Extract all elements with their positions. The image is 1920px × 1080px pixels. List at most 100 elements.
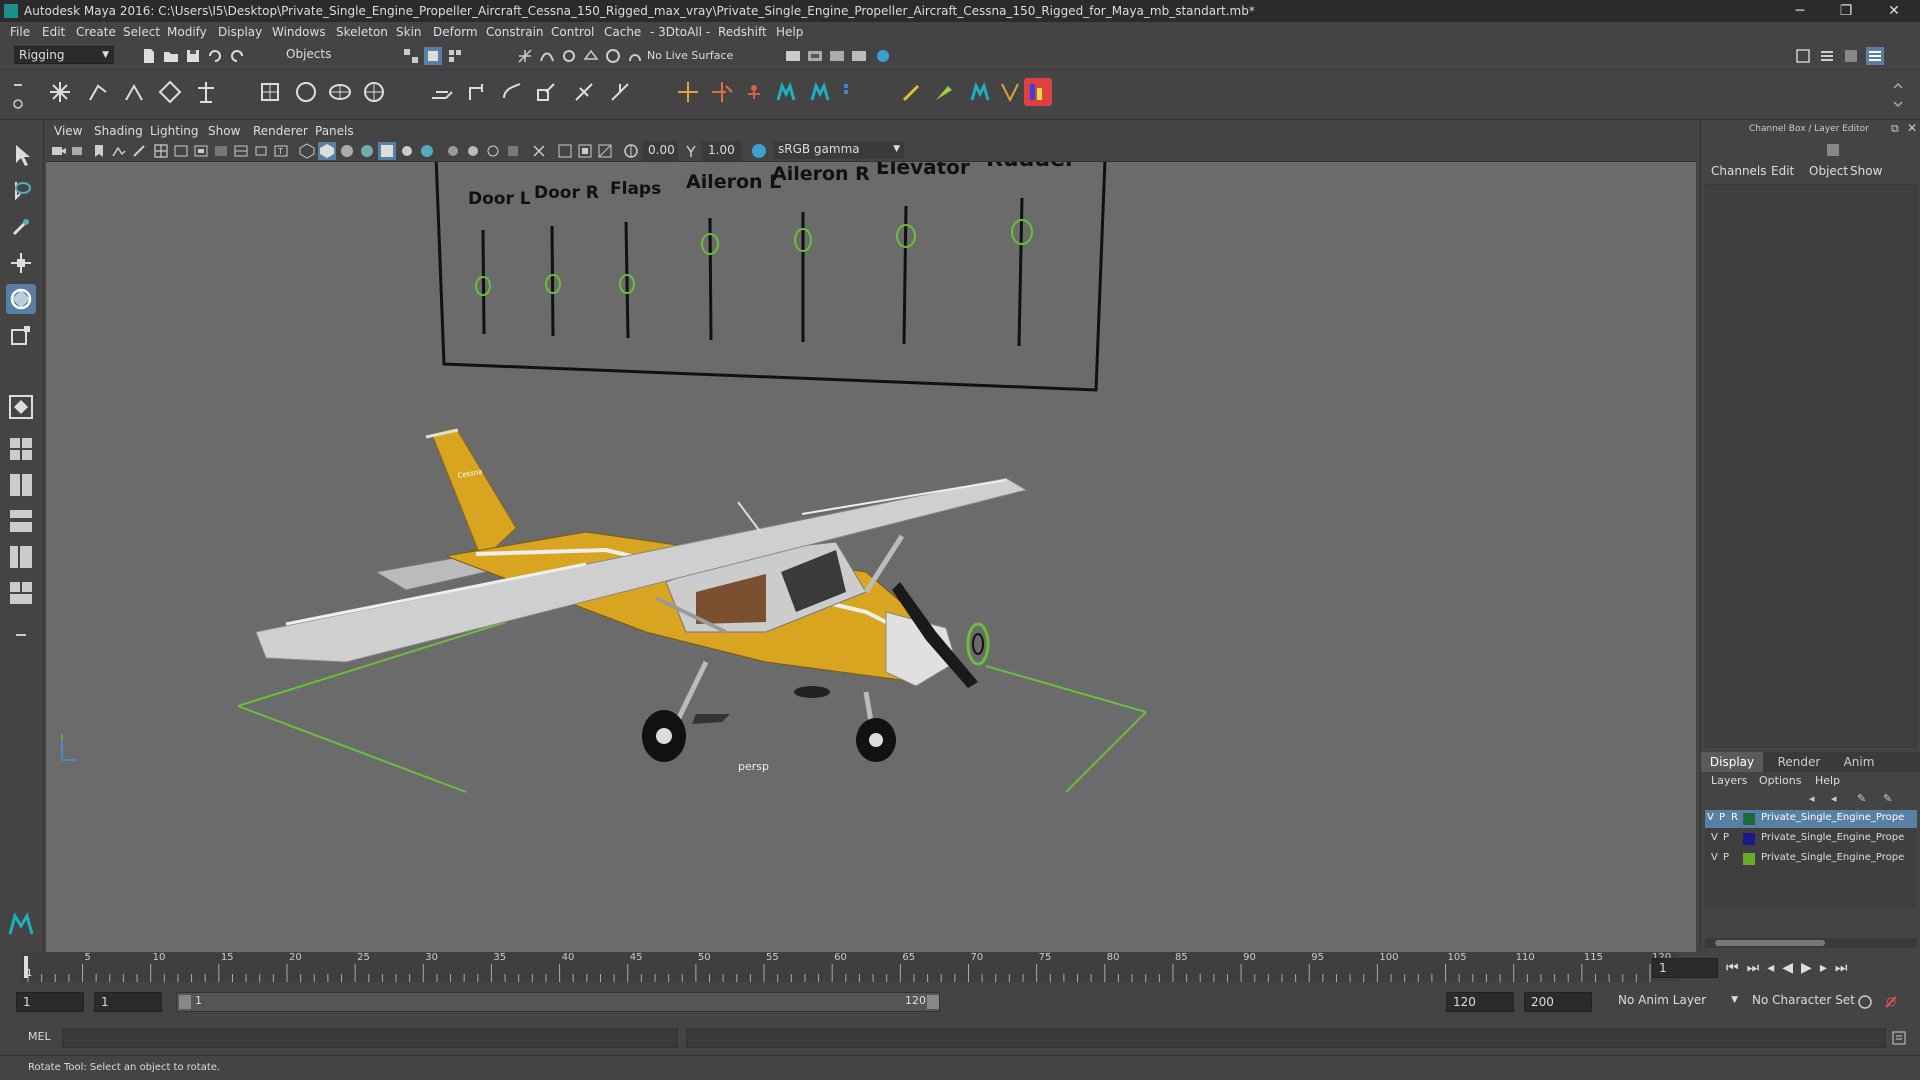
layout-four-icon[interactable] bbox=[6, 434, 36, 464]
minimize-button[interactable]: ─ bbox=[1780, 0, 1820, 22]
range-start-handle[interactable] bbox=[179, 995, 191, 1009]
layer-reference[interactable]: R bbox=[1731, 812, 1738, 823]
layer-color-swatch[interactable] bbox=[1743, 833, 1755, 845]
scale-constraint-icon[interactable] bbox=[532, 78, 560, 106]
close-panel-icon[interactable]: ✕ bbox=[1907, 121, 1917, 135]
layer-name[interactable]: Private_Single_Engine_Prope bbox=[1761, 852, 1904, 863]
auto-key-icon[interactable] bbox=[1856, 993, 1874, 1011]
new-scene-icon[interactable] bbox=[140, 47, 158, 65]
current-frame-field[interactable]: 1 bbox=[1652, 958, 1718, 978]
perspective-viewport[interactable]: Door L Door R Flaps Aileron L Aileron R … bbox=[46, 162, 1696, 952]
render-frame-icon[interactable] bbox=[806, 47, 824, 65]
pole-vector-icon[interactable] bbox=[606, 78, 634, 106]
menu-control[interactable]: Control bbox=[551, 25, 594, 39]
playback-start-field[interactable]: 1 bbox=[94, 992, 162, 1012]
redo-icon[interactable] bbox=[228, 47, 246, 65]
range-end-handle[interactable] bbox=[927, 995, 939, 1009]
field-chart-icon[interactable] bbox=[232, 142, 250, 160]
layer-playback[interactable]: P bbox=[1719, 812, 1725, 823]
viewport-menu-renderer[interactable]: Renderer bbox=[253, 124, 308, 138]
layer-color-swatch[interactable] bbox=[1743, 853, 1755, 865]
layout-single-icon[interactable] bbox=[6, 392, 36, 422]
brush-icon[interactable] bbox=[898, 78, 926, 106]
ik-handle-icon[interactable] bbox=[84, 78, 112, 106]
layout-graph-icon[interactable] bbox=[6, 542, 36, 572]
menu-constrain[interactable]: Constrain bbox=[486, 25, 544, 39]
menu-file[interactable]: File bbox=[10, 25, 30, 39]
paint-tool-icon[interactable] bbox=[930, 78, 958, 106]
shelf-scroll-icon[interactable] bbox=[1890, 78, 1906, 112]
bind-skin-icon[interactable] bbox=[256, 78, 284, 106]
save-scene-icon[interactable] bbox=[184, 47, 202, 65]
menu-select[interactable]: Select bbox=[123, 25, 160, 39]
viewport-menu-show[interactable]: Show bbox=[208, 124, 240, 138]
lasso-tool-icon[interactable] bbox=[6, 176, 36, 206]
layer-tab-render[interactable]: Render bbox=[1771, 752, 1827, 772]
layer-menu-help[interactable]: Help bbox=[1815, 774, 1840, 787]
layer-name[interactable]: Private_Single_Engine_Prope bbox=[1761, 812, 1904, 823]
viewport-menu-shading[interactable]: Shading bbox=[94, 124, 143, 138]
paint-select-icon[interactable] bbox=[6, 212, 36, 242]
menu-skin[interactable]: Skin bbox=[396, 25, 422, 39]
locator-icon[interactable] bbox=[674, 78, 702, 106]
v-tool-icon[interactable] bbox=[996, 78, 1024, 106]
new-empty-layer-icon[interactable]: ✎ bbox=[1857, 792, 1866, 805]
color-space-dropdown[interactable]: sRGB gamma ▼ bbox=[774, 141, 904, 159]
tool-settings-icon[interactable] bbox=[1842, 47, 1860, 65]
gate-mask-icon[interactable] bbox=[212, 142, 230, 160]
joint-tool-icon[interactable] bbox=[46, 78, 74, 106]
mel-input[interactable] bbox=[62, 1028, 678, 1048]
gamma-field[interactable]: 1.00 bbox=[702, 141, 742, 161]
isolate-select-icon[interactable] bbox=[504, 142, 522, 160]
menu-modify[interactable]: Modify bbox=[167, 25, 207, 39]
layer-name[interactable]: Private_Single_Engine_Prope bbox=[1761, 832, 1904, 843]
menu-skeleton[interactable]: Skeleton bbox=[336, 25, 388, 39]
layer-playback[interactable]: P bbox=[1723, 852, 1729, 863]
screen-space-ao-icon[interactable] bbox=[418, 142, 436, 160]
menu-windows[interactable]: Windows bbox=[272, 25, 326, 39]
hik-icon[interactable] bbox=[740, 78, 768, 106]
layout-persp-outliner-icon[interactable] bbox=[6, 578, 36, 608]
make-live-icon[interactable] bbox=[626, 47, 644, 65]
character-set-dropdown[interactable]: No Character Set bbox=[1748, 992, 1868, 1012]
menu-deform[interactable]: Deform bbox=[433, 25, 478, 39]
orient-constraint-icon[interactable] bbox=[498, 78, 526, 106]
layer-scrollbar[interactable] bbox=[1705, 938, 1917, 948]
ipr-render-icon[interactable] bbox=[828, 47, 846, 65]
layer-playback[interactable]: P bbox=[1723, 832, 1729, 843]
gamma-icon[interactable] bbox=[682, 142, 700, 160]
dots-icon[interactable] bbox=[840, 78, 868, 106]
snap-live-icon[interactable] bbox=[604, 47, 622, 65]
layer-visibility[interactable]: V bbox=[1707, 812, 1714, 823]
open-scene-icon[interactable] bbox=[162, 47, 180, 65]
layer-color-swatch[interactable] bbox=[1743, 813, 1755, 825]
maya-home-icon[interactable] bbox=[6, 910, 36, 940]
wireframe-on-shaded-icon[interactable] bbox=[338, 142, 356, 160]
select-object-icon[interactable] bbox=[424, 47, 442, 65]
undo-icon[interactable] bbox=[206, 47, 224, 65]
time-slider[interactable]: 5 10 15 20 25 30 35 40 45 50 55 60 65 70 75 80 85 90 95 100… bbox=[0, 952, 1920, 982]
channel-box-icon[interactable] bbox=[1825, 142, 1841, 158]
tab-show[interactable]: Show bbox=[1850, 164, 1882, 178]
tab-channels[interactable]: Channels bbox=[1711, 164, 1767, 178]
go-to-start-icon[interactable]: ⏮ bbox=[1726, 960, 1747, 976]
exposure-icon[interactable] bbox=[622, 142, 640, 160]
3dtoall-icon[interactable] bbox=[772, 78, 800, 106]
objects-dropdown[interactable]: Objects bbox=[282, 46, 374, 64]
render-settings-icon[interactable] bbox=[850, 47, 868, 65]
colorful-plugin-icon[interactable] bbox=[1024, 78, 1052, 106]
cluster-icon[interactable] bbox=[360, 78, 388, 106]
move-tool-icon[interactable] bbox=[6, 248, 36, 278]
grease-pencil-icon[interactable] bbox=[130, 142, 148, 160]
snap-view-plane-icon[interactable] bbox=[582, 47, 600, 65]
parent-constraint-icon[interactable] bbox=[570, 78, 598, 106]
aim-constraint-icon[interactable] bbox=[464, 78, 492, 106]
layer-visibility[interactable]: V bbox=[1711, 852, 1718, 863]
attribute-editor-icon[interactable] bbox=[1818, 47, 1836, 65]
script-editor-icon[interactable] bbox=[1890, 1029, 1908, 1047]
orient-joint-icon[interactable] bbox=[192, 78, 220, 106]
shelf-options-icon[interactable] bbox=[10, 78, 26, 112]
select-tool-icon[interactable] bbox=[6, 140, 36, 170]
step-back-key-icon[interactable]: ⏭ bbox=[1747, 960, 1768, 976]
layout-misc-icon[interactable] bbox=[6, 620, 36, 650]
